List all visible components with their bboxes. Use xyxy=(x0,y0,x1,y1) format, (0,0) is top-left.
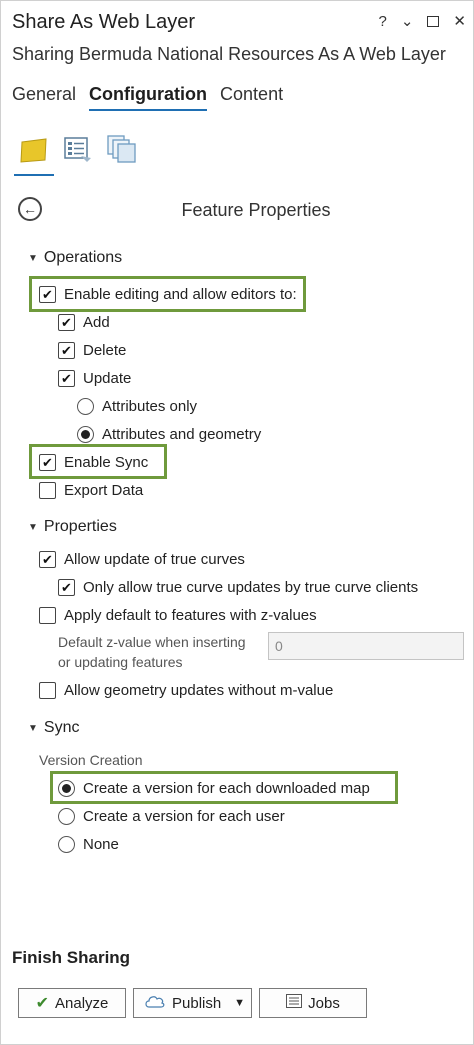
publish-button[interactable]: Publish ▼ xyxy=(133,988,252,1018)
attributes-only-label: Attributes only xyxy=(102,398,198,415)
checkbox-empty-icon xyxy=(39,607,56,624)
version-per-map-label: Create a version for each downloaded map xyxy=(83,780,370,797)
active-icon-indicator xyxy=(14,174,54,176)
z-value-label-line1: Default z-value when inserting xyxy=(58,634,246,650)
update-label: Update xyxy=(83,370,132,387)
tab-configuration[interactable]: Configuration xyxy=(89,84,208,111)
expand-caret-icon: ▼ xyxy=(28,722,38,734)
jobs-list-icon xyxy=(286,994,303,1012)
panel-title: Feature Properties xyxy=(181,200,331,220)
properties-list-icon[interactable] xyxy=(62,132,94,164)
export-data-checkbox[interactable]: Export Data xyxy=(39,482,143,499)
attributes-geometry-radio[interactable]: Attributes and geometry xyxy=(77,426,261,443)
checkbox-checked-icon: ✔ xyxy=(39,551,56,568)
version-per-user-label: Create a version for each user xyxy=(83,808,285,825)
z-value-input[interactable]: 0 xyxy=(268,632,464,660)
layers-icon[interactable] xyxy=(18,132,50,164)
cloud-icon xyxy=(144,994,166,1012)
checkbox-checked-icon: ✔ xyxy=(39,286,56,303)
checkbox-checked-icon: ✔ xyxy=(58,579,75,596)
version-per-map-radio[interactable]: Create a version for each downloaded map xyxy=(58,780,370,797)
checkbox-checked-icon: ✔ xyxy=(39,454,56,471)
expand-caret-icon: ▼ xyxy=(28,521,38,533)
pages-icon[interactable] xyxy=(106,132,138,164)
enable-editing-checkbox[interactable]: ✔ Enable editing and allow editors to: xyxy=(39,286,297,303)
close-icon[interactable]: ✕ xyxy=(453,12,466,30)
pane-title: Share As Web Layer xyxy=(12,11,196,33)
properties-header-label: Properties xyxy=(43,518,117,535)
tab-bar: General Configuration Content xyxy=(12,84,283,111)
radio-selected-icon xyxy=(77,426,94,443)
expand-caret-icon: ▼ xyxy=(28,252,38,264)
no-m-value-label: Allow geometry updates without m-value xyxy=(64,682,334,699)
checkmark-icon: ✔ xyxy=(35,995,50,1012)
checkbox-checked-icon: ✔ xyxy=(58,314,75,331)
checkbox-empty-icon xyxy=(39,482,56,499)
z-value-label-line2: or updating features xyxy=(58,654,183,670)
maximize-icon[interactable] xyxy=(427,15,440,27)
jobs-button[interactable]: Jobs xyxy=(259,988,367,1018)
sync-header[interactable]: ▼ Sync xyxy=(28,719,79,737)
enable-editing-label: Enable editing and allow editors to: xyxy=(64,286,297,303)
update-checkbox[interactable]: ✔ Update xyxy=(58,370,131,387)
analyze-button[interactable]: ✔ Analyze xyxy=(18,988,126,1018)
publish-label: Publish xyxy=(172,994,222,1012)
radio-empty-icon xyxy=(58,836,75,853)
properties-header[interactable]: ▼ Properties xyxy=(28,518,117,536)
no-m-value-checkbox[interactable]: Allow geometry updates without m-value xyxy=(39,682,333,699)
checkbox-checked-icon: ✔ xyxy=(58,370,75,387)
checkbox-empty-icon xyxy=(39,682,56,699)
chevron-down-icon[interactable]: ▼ xyxy=(234,997,245,1009)
version-creation-label: Version Creation xyxy=(39,752,143,768)
tab-content[interactable]: Content xyxy=(220,84,283,111)
add-label: Add xyxy=(83,314,110,331)
help-icon[interactable]: ? xyxy=(379,13,387,30)
version-none-label: None xyxy=(83,836,119,853)
operations-header-label: Operations xyxy=(43,249,123,266)
delete-checkbox[interactable]: ✔ Delete xyxy=(58,342,126,359)
attributes-only-radio[interactable]: Attributes only xyxy=(77,398,197,415)
true-curve-clients-label: Only allow true curve updates by true cu… xyxy=(83,579,419,596)
version-none-radio[interactable]: None xyxy=(58,836,119,853)
tab-general[interactable]: General xyxy=(12,84,76,111)
radio-selected-icon xyxy=(58,780,75,797)
radio-empty-icon xyxy=(77,398,94,415)
pane-subtitle: Sharing Bermuda National Resources As A … xyxy=(12,44,446,64)
jobs-label: Jobs xyxy=(308,994,340,1012)
config-icon-row xyxy=(18,132,138,164)
z-default-label: Apply default to features with z-values xyxy=(64,607,317,624)
enable-sync-label: Enable Sync xyxy=(64,454,149,471)
delete-label: Delete xyxy=(83,342,127,359)
z-default-checkbox[interactable]: Apply default to features with z-values xyxy=(39,607,317,624)
checkbox-checked-icon: ✔ xyxy=(58,342,75,359)
title-controls: ? ⌄ ✕ xyxy=(379,12,467,31)
operations-header[interactable]: ▼ Operations xyxy=(28,249,122,267)
radio-empty-icon xyxy=(58,808,75,825)
sync-header-label: Sync xyxy=(43,719,80,736)
export-data-label: Export Data xyxy=(64,482,144,499)
true-curves-checkbox[interactable]: ✔ Allow update of true curves xyxy=(39,551,245,568)
add-checkbox[interactable]: ✔ Add xyxy=(58,314,110,331)
true-curves-label: Allow update of true curves xyxy=(64,551,245,568)
true-curve-clients-checkbox[interactable]: ✔ Only allow true curve updates by true … xyxy=(58,579,418,596)
version-per-user-radio[interactable]: Create a version for each user xyxy=(58,808,285,825)
enable-sync-checkbox[interactable]: ✔ Enable Sync xyxy=(39,454,148,471)
analyze-label: Analyze xyxy=(55,994,109,1012)
attributes-geometry-label: Attributes and geometry xyxy=(102,426,262,443)
finish-sharing-title: Finish Sharing xyxy=(12,948,131,967)
chevron-down-icon[interactable]: ⌄ xyxy=(401,12,414,30)
